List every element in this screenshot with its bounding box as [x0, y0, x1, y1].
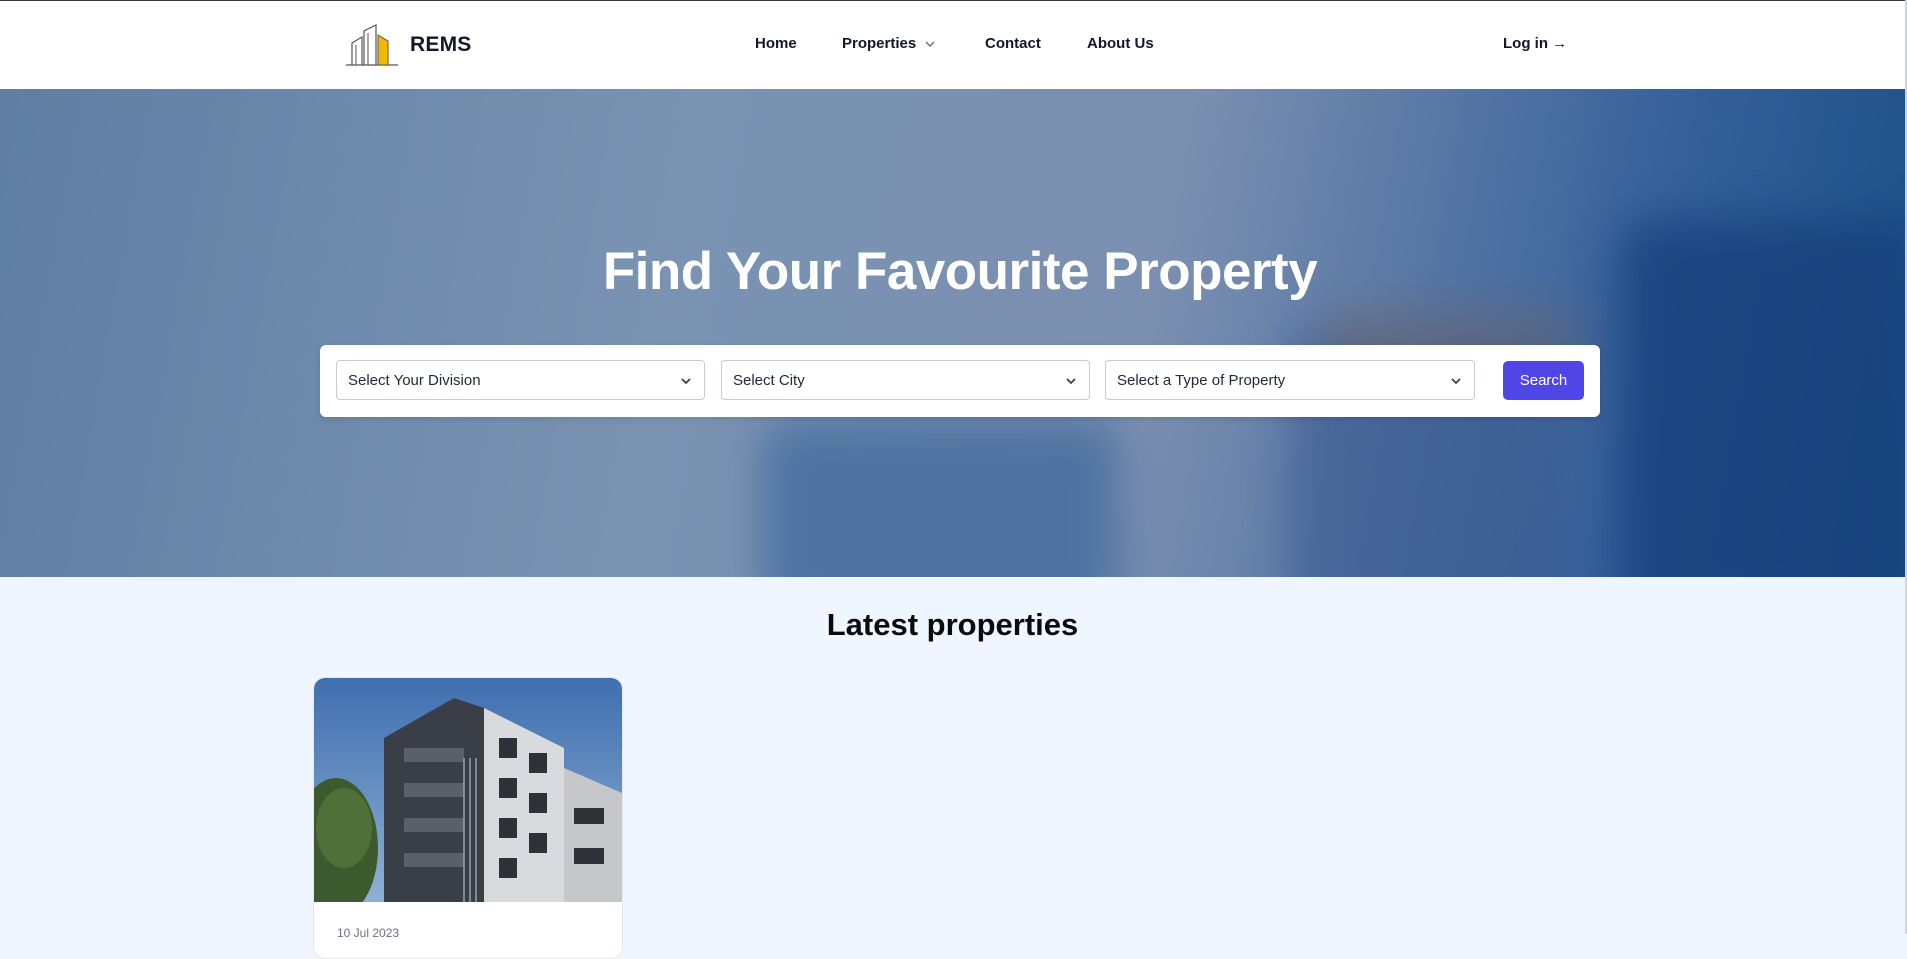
building-logo-icon — [346, 24, 398, 66]
chevron-down-icon — [1066, 378, 1076, 385]
top-navbar: REMS Home Properties Contact About Us Lo… — [0, 1, 1905, 90]
division-select[interactable]: Select Your Division — [336, 360, 705, 400]
property-card[interactable]: 10 Jul 2023 — [313, 677, 623, 959]
nav-home-link[interactable]: Home — [755, 34, 797, 54]
nav-about-link[interactable]: About Us — [1087, 34, 1154, 54]
nav-contact-link[interactable]: Contact — [985, 34, 1041, 54]
property-date: 10 Jul 2023 — [337, 926, 400, 940]
hero-title: Find Your Favourite Property — [602, 242, 1318, 301]
nav-properties-dropdown[interactable]: Properties — [842, 34, 936, 54]
hero-banner: Find Your Favourite Property Select Your… — [0, 89, 1905, 577]
apartment-building-photo — [314, 678, 622, 902]
login-link[interactable]: Log in → — [1503, 34, 1567, 54]
hero-bg-building-left — [760, 419, 1120, 577]
property-type-select-value: Select a Type of Property — [1117, 371, 1286, 389]
city-select[interactable]: Select City — [721, 360, 1090, 400]
division-select-value: Select Your Division — [348, 371, 481, 389]
search-button[interactable]: Search — [1503, 361, 1584, 400]
property-type-select[interactable]: Select a Type of Property — [1105, 360, 1475, 400]
brand-name: REMS — [410, 33, 472, 56]
nav-properties-label: Properties — [842, 35, 917, 52]
latest-properties-title: Latest properties — [826, 607, 1079, 642]
city-select-value: Select City — [733, 371, 805, 389]
chevron-down-icon — [925, 41, 935, 48]
brand-logo-link[interactable]: REMS — [344, 23, 471, 67]
chevron-down-icon — [1451, 378, 1461, 385]
chevron-down-icon — [681, 378, 691, 385]
property-search-form: Select Your Division Select City Select … — [320, 345, 1600, 417]
